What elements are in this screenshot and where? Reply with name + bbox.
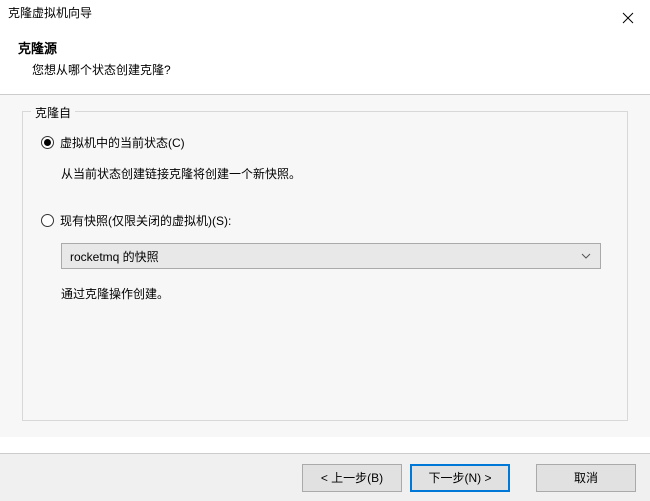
content-area: 克隆自 虚拟机中的当前状态(C) 从当前状态创建链接克隆将创建一个新快照。 现有… bbox=[0, 95, 650, 437]
back-button[interactable]: < 上一步(B) bbox=[302, 464, 402, 492]
radio-current-state[interactable]: 虚拟机中的当前状态(C) bbox=[41, 134, 609, 151]
snapshot-dropdown[interactable]: rocketmq 的快照 bbox=[61, 243, 601, 269]
radio-group-current: 虚拟机中的当前状态(C) 从当前状态创建链接克隆将创建一个新快照。 bbox=[41, 134, 609, 184]
titlebar: 克隆虚拟机向导 bbox=[0, 0, 650, 28]
page-title: 克隆源 bbox=[18, 38, 632, 57]
radio-current-label: 虚拟机中的当前状态(C) bbox=[60, 134, 185, 151]
radio-icon bbox=[41, 136, 54, 149]
window-title: 克隆虚拟机向导 bbox=[8, 4, 92, 21]
fieldset-legend: 克隆自 bbox=[31, 104, 75, 121]
next-button[interactable]: 下一步(N) > bbox=[410, 464, 510, 492]
radio-snapshot-label: 现有快照(仅限关闭的虚拟机)(S): bbox=[60, 212, 231, 229]
radio-existing-snapshot[interactable]: 现有快照(仅限关闭的虚拟机)(S): bbox=[41, 212, 609, 229]
close-icon bbox=[622, 12, 634, 24]
clone-source-fieldset: 克隆自 虚拟机中的当前状态(C) 从当前状态创建链接克隆将创建一个新快照。 现有… bbox=[22, 111, 628, 421]
wizard-footer: < 上一步(B) 下一步(N) > 取消 bbox=[0, 453, 650, 501]
close-button[interactable] bbox=[605, 4, 650, 32]
radio-snapshot-desc: 通过克隆操作创建。 bbox=[41, 285, 609, 304]
radio-icon bbox=[41, 214, 54, 227]
page-subtitle: 您想从哪个状态创建克隆? bbox=[18, 61, 632, 78]
dropdown-selected-value: rocketmq 的快照 bbox=[70, 248, 159, 265]
radio-group-snapshot: 现有快照(仅限关闭的虚拟机)(S): rocketmq 的快照 通过克隆操作创建… bbox=[41, 212, 609, 304]
chevron-down-icon bbox=[578, 253, 594, 259]
cancel-button[interactable]: 取消 bbox=[536, 464, 636, 492]
wizard-header: 克隆源 您想从哪个状态创建克隆? bbox=[0, 28, 650, 95]
radio-current-desc: 从当前状态创建链接克隆将创建一个新快照。 bbox=[41, 165, 609, 184]
